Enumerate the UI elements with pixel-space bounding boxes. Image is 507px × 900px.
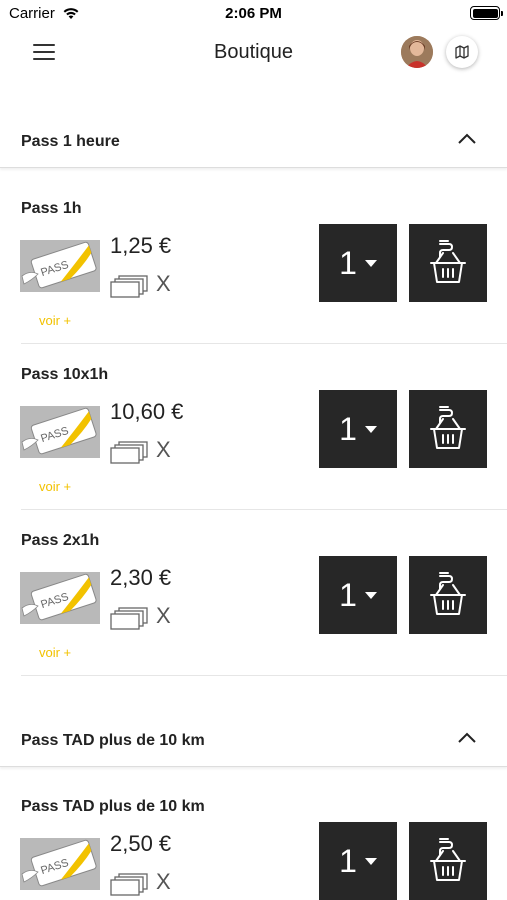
tickets-icon (110, 873, 148, 896)
basket-icon (430, 572, 466, 615)
product-card: Pass 10x1h PASS 10,60 € X voir + 1 (0, 344, 507, 510)
product-title: Pass 1h (21, 200, 82, 217)
map-icon (455, 45, 469, 59)
add-to-basket-button[interactable] (409, 224, 487, 302)
status-time: 2:06 PM (225, 5, 282, 22)
product-price: 2,30 € (110, 565, 172, 590)
product-price: 1,25 € (110, 233, 172, 258)
product-card: Pass 2x1h PASS 2,30 € X voir + 1 (0, 510, 507, 676)
battery-icon (470, 6, 503, 20)
pass-card-image: PASS (20, 838, 100, 890)
pass-card-image: PASS (20, 572, 100, 624)
avatar-image (401, 36, 433, 68)
tickets-icon (110, 607, 148, 630)
ticket-count: X (156, 869, 171, 894)
map-button[interactable] (446, 36, 478, 68)
dropdown-arrow-icon (364, 259, 377, 267)
add-to-basket-button[interactable] (409, 390, 487, 468)
chevron-up-icon[interactable] (457, 132, 477, 146)
chevron-up-icon[interactable] (457, 731, 477, 745)
ticket-count: X (156, 603, 171, 628)
quantity-select[interactable]: 1 (319, 224, 397, 302)
avatar[interactable] (401, 36, 433, 68)
section-title: Pass 1 heure (21, 133, 120, 150)
voir-plus-link[interactable]: voir + (39, 645, 71, 660)
section-title: Pass TAD plus de 10 km (21, 732, 205, 749)
basket-icon (430, 240, 466, 283)
quantity-value: 1 (339, 244, 357, 281)
quantity-select[interactable]: 1 (319, 390, 397, 468)
voir-plus-link[interactable]: voir + (39, 479, 71, 494)
divider (21, 675, 507, 676)
status-bar: Carrier 2:06 PM (0, 0, 507, 28)
voir-plus-link[interactable]: voir + (39, 313, 71, 328)
pass-card-image: PASS (20, 406, 100, 458)
dropdown-arrow-icon (364, 857, 377, 865)
pass-card-image: PASS (20, 240, 100, 292)
quantity-value: 1 (339, 410, 357, 447)
tickets-icon (110, 441, 148, 464)
quantity-select[interactable]: 1 (319, 556, 397, 634)
product-price: 10,60 € (110, 399, 184, 424)
basket-icon (430, 838, 466, 881)
section-header-pass-1-heure[interactable]: Pass 1 heure (0, 116, 507, 168)
section-header-pass-tad[interactable]: Pass TAD plus de 10 km (0, 715, 507, 767)
add-to-basket-button[interactable] (409, 556, 487, 634)
product-title: Pass 10x1h (21, 366, 109, 383)
add-to-basket-button[interactable] (409, 822, 487, 900)
product-card: Pass TAD plus de 10 km PASS 2,50 € X 1 (0, 776, 507, 900)
product-title: Pass 2x1h (21, 532, 100, 549)
nav-bar: Boutique (0, 28, 507, 78)
tickets-icon (110, 275, 148, 298)
dropdown-arrow-icon (364, 591, 377, 599)
basket-icon (430, 406, 466, 449)
ticket-count: X (156, 437, 171, 462)
quantity-select[interactable]: 1 (319, 822, 397, 900)
ticket-count: X (156, 271, 171, 296)
quantity-value: 1 (339, 842, 357, 879)
product-price: 2,50 € (110, 831, 172, 856)
product-title: Pass TAD plus de 10 km (21, 798, 205, 815)
product-card: Pass 1h PASS 1,25 € X voir + 1 (0, 178, 507, 344)
quantity-value: 1 (339, 576, 357, 613)
dropdown-arrow-icon (364, 425, 377, 433)
